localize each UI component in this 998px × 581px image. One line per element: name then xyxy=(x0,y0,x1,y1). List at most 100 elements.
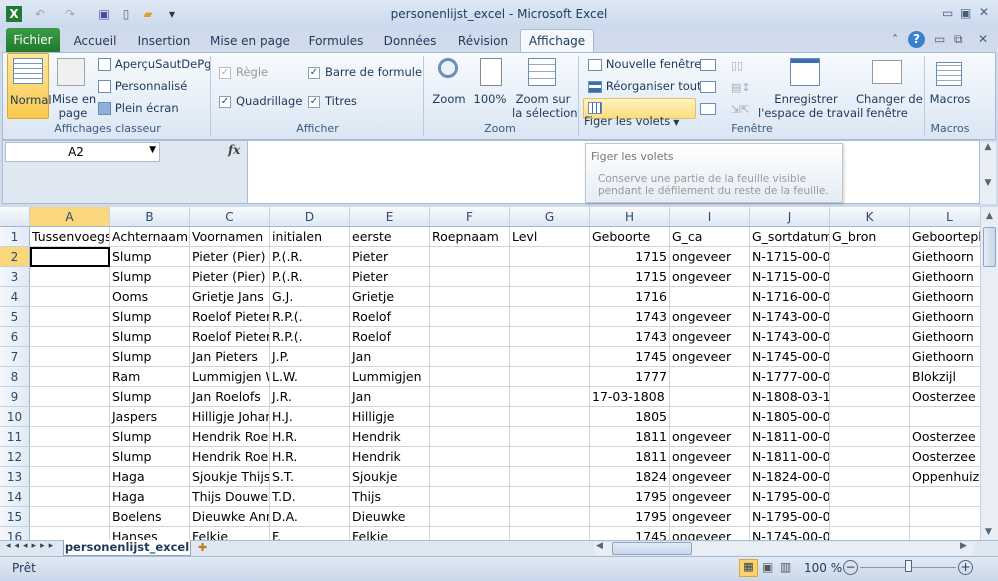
cell-K4[interactable] xyxy=(830,287,910,307)
cell-D16[interactable]: F. xyxy=(270,527,350,540)
synchronous-scrolling-icon[interactable]: ▤↕ xyxy=(731,81,751,94)
cell-A4[interactable] xyxy=(30,287,110,307)
column-header-G[interactable]: G xyxy=(510,207,590,227)
cell-G14[interactable] xyxy=(510,487,590,507)
cell-D7[interactable]: J.P. xyxy=(270,347,350,367)
cell-L4[interactable]: Giethoorn xyxy=(910,287,980,307)
cell-B3[interactable]: Slump xyxy=(110,267,190,287)
cell-L9[interactable]: Oosterzee xyxy=(910,387,980,407)
cell-J3[interactable]: N-1715-00-00 xyxy=(750,267,830,287)
horizontal-scroll-thumb[interactable] xyxy=(612,542,692,555)
cell-A10[interactable] xyxy=(30,407,110,427)
tab-fichier[interactable]: Fichier xyxy=(6,28,60,52)
cell-E15[interactable]: Dieuwke xyxy=(350,507,430,527)
select-all-corner[interactable] xyxy=(0,207,30,227)
formula-bar-checkbox[interactable]: ✓ Barre de formule xyxy=(308,65,422,79)
page-break-status-icon[interactable]: ▥ xyxy=(780,560,791,574)
cell-A12[interactable] xyxy=(30,447,110,467)
cell-J15[interactable]: N-1795-00-00 xyxy=(750,507,830,527)
split-icon[interactable] xyxy=(700,59,716,71)
cell-F8[interactable] xyxy=(430,367,510,387)
reset-window-position-icon[interactable]: ⇲⇱ xyxy=(731,103,749,116)
page-break-preview-button[interactable]: AperçuSautDePg xyxy=(98,57,211,71)
cell-D3[interactable]: P.(.R. xyxy=(270,267,350,287)
cell-I4[interactable] xyxy=(670,287,750,307)
cell-F3[interactable] xyxy=(430,267,510,287)
cell-I16[interactable]: ongeveer xyxy=(670,527,750,540)
cell-E9[interactable]: Jan xyxy=(350,387,430,407)
page-layout-view-button[interactable]: Mise en page xyxy=(52,56,96,120)
row-header-9[interactable]: 9 xyxy=(0,387,30,407)
zoom-slider-thumb[interactable] xyxy=(905,560,912,572)
cell-G12[interactable] xyxy=(510,447,590,467)
cell-H5[interactable]: 1743 xyxy=(590,307,670,327)
name-box-dropdown-icon[interactable]: ▼ xyxy=(149,145,156,155)
cell-B10[interactable]: Jaspers xyxy=(110,407,190,427)
cell-C15[interactable]: Dieuwke Anne xyxy=(190,507,270,527)
cell-I2[interactable]: ongeveer xyxy=(670,247,750,267)
cell-C13[interactable]: Sjoukje Thijs xyxy=(190,467,270,487)
cell-K15[interactable] xyxy=(830,507,910,527)
cell-L16[interactable] xyxy=(910,527,980,540)
row-header-15[interactable]: 15 xyxy=(0,507,30,527)
cell-B1[interactable]: Achternaam xyxy=(110,227,190,247)
cell-A6[interactable] xyxy=(30,327,110,347)
cell-G1[interactable]: Levl xyxy=(510,227,590,247)
row-header-4[interactable]: 4 xyxy=(0,287,30,307)
cell-B8[interactable]: Ram xyxy=(110,367,190,387)
column-header-D[interactable]: D xyxy=(270,207,350,227)
cell-L6[interactable]: Giethoorn xyxy=(910,327,980,347)
cell-D13[interactable]: S.T. xyxy=(270,467,350,487)
column-header-H[interactable]: H xyxy=(590,207,670,227)
normal-view-status-icon[interactable]: ▦ xyxy=(739,559,758,577)
cell-E7[interactable]: Jan xyxy=(350,347,430,367)
cell-C4[interactable]: Grietje Jans xyxy=(190,287,270,307)
cell-A13[interactable] xyxy=(30,467,110,487)
cell-L8[interactable]: Blokzijl xyxy=(910,367,980,387)
cell-H6[interactable]: 1743 xyxy=(590,327,670,347)
tab-accueil[interactable]: Accueil xyxy=(68,32,122,52)
cell-K8[interactable] xyxy=(830,367,910,387)
row-header-7[interactable]: 7 xyxy=(0,347,30,367)
vertical-scrollbar[interactable]: ▲ ▼ xyxy=(980,207,998,540)
unhide-window-icon[interactable] xyxy=(700,103,716,115)
tab-affichage[interactable]: Affichage xyxy=(520,29,594,53)
cell-B5[interactable]: Slump xyxy=(110,307,190,327)
cell-D15[interactable]: D.A. xyxy=(270,507,350,527)
cell-K2[interactable] xyxy=(830,247,910,267)
cell-J2[interactable]: N-1715-00-00 xyxy=(750,247,830,267)
cell-A3[interactable] xyxy=(30,267,110,287)
cell-E16[interactable]: Felkje xyxy=(350,527,430,540)
cell-J1[interactable]: G_sortdatum xyxy=(750,227,830,247)
view-side-by-side-icon[interactable]: ▯▯ xyxy=(731,59,743,72)
scroll-up-icon[interactable]: ▲ xyxy=(981,211,998,221)
cell-H16[interactable]: 1745 xyxy=(590,527,670,540)
cell-L5[interactable]: Giethoorn xyxy=(910,307,980,327)
cell-K1[interactable]: G_bron xyxy=(830,227,910,247)
name-box[interactable]: A2 ▼ xyxy=(5,142,160,162)
cell-F15[interactable] xyxy=(430,507,510,527)
freeze-panes-button[interactable]: Figer les volets ▼ xyxy=(583,98,696,128)
cell-B11[interactable]: Slump xyxy=(110,427,190,447)
close-icon[interactable]: ✕ xyxy=(979,5,989,19)
custom-views-button[interactable]: Personnalisé xyxy=(98,79,187,93)
cell-G15[interactable] xyxy=(510,507,590,527)
cell-I10[interactable] xyxy=(670,407,750,427)
cell-C5[interactable]: Roelof Pieters xyxy=(190,307,270,327)
cell-E11[interactable]: Hendrik xyxy=(350,427,430,447)
cell-H1[interactable]: Geboorte xyxy=(590,227,670,247)
cell-K11[interactable] xyxy=(830,427,910,447)
cell-I13[interactable]: ongeveer xyxy=(670,467,750,487)
cell-E12[interactable]: Hendrik xyxy=(350,447,430,467)
arrange-all-button[interactable]: Réorganiser tout xyxy=(588,79,702,93)
cell-E1[interactable]: eerste xyxy=(350,227,430,247)
collapse-ribbon-icon[interactable]: ˄ xyxy=(892,33,898,47)
cell-H9[interactable]: 17-03-1808 xyxy=(590,387,670,407)
cell-E14[interactable]: Thijs xyxy=(350,487,430,507)
column-header-L[interactable]: L xyxy=(910,207,980,227)
cell-A15[interactable] xyxy=(30,507,110,527)
cell-B16[interactable]: Hanses xyxy=(110,527,190,540)
cell-F16[interactable] xyxy=(430,527,510,540)
cell-J11[interactable]: N-1811-00-00 xyxy=(750,427,830,447)
zoom-to-selection-button[interactable]: Zoom sur la sélection xyxy=(512,56,578,120)
